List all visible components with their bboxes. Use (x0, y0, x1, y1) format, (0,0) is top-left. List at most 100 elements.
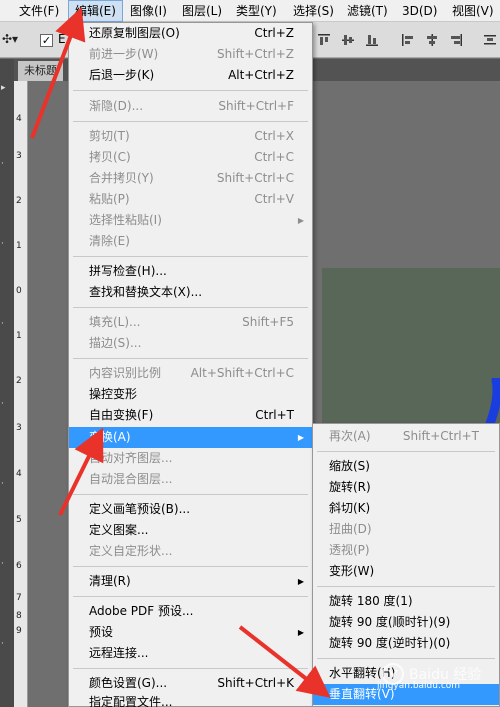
menu-item-free-transform[interactable]: 自由变换(F) Ctrl+T (69, 405, 312, 426)
menu-item-paste-special[interactable]: 选择性粘贴(I) ▶ (69, 210, 312, 231)
menu-item-rotate-180[interactable]: 旋转 180 度(1) (313, 591, 499, 612)
ruler-number: 4 (16, 469, 22, 479)
align-right-icon[interactable] (448, 32, 464, 48)
auto-select-label: E (58, 32, 66, 46)
ruler-number: 2 (16, 196, 22, 206)
menu-item-spell-check[interactable]: 拼写检查(H)... (69, 261, 312, 282)
menu-separator (317, 451, 495, 452)
submenu-arrow-icon: ▶ (297, 577, 304, 586)
tool-icon[interactable]: · (1, 559, 4, 569)
menu-item-define-shape[interactable]: 定义自定形状... (69, 541, 312, 562)
menu-separator (73, 596, 308, 597)
tool-icon[interactable]: · (1, 239, 4, 249)
menu-separator (73, 494, 308, 495)
menu-item-assign-profile[interactable]: 指定配置文件... (69, 692, 312, 707)
ruler-number: 4 (16, 114, 22, 124)
baidu-watermark-logo: Baidu 经验 (382, 663, 481, 685)
menu-item-paste[interactable]: 粘贴(P) Ctrl+V (69, 189, 312, 210)
menu-item-rotate[interactable]: 旋转(R) (313, 477, 499, 498)
menu-item-distort[interactable]: 扭曲(D) (313, 519, 499, 540)
menu-separator (73, 307, 308, 308)
menu-item-rotate-90-cw[interactable]: 旋转 90 度(顺时针)(9) (313, 612, 499, 633)
menu-item-fill[interactable]: 填充(L)... Shift+F5 (69, 312, 312, 333)
ruler-number: 0 (16, 286, 22, 296)
menu-item-skew[interactable]: 斜切(K) (313, 498, 499, 519)
tool-icon[interactable]: · (1, 639, 4, 649)
ruler-number: 5 (16, 515, 22, 525)
menu-item-remote-connections[interactable]: 远程连接... (69, 643, 312, 664)
menu-item-perspective[interactable]: 透视(P) (313, 540, 499, 561)
menu-separator (317, 586, 495, 587)
align-top-icon[interactable] (316, 32, 332, 48)
submenu-arrow-icon: ▶ (297, 216, 304, 225)
align-vcenter-icon[interactable] (340, 32, 356, 48)
ruler-number: 3 (16, 151, 22, 161)
tool-icon[interactable]: · (1, 479, 4, 489)
ruler-number: 1 (16, 331, 22, 341)
ruler-number: 9 (16, 626, 22, 636)
menu-item-step-forward[interactable]: 前进一步(W) Shift+Ctrl+Z (69, 44, 312, 65)
menu-3d[interactable]: 3D(D) (396, 0, 443, 22)
menu-item-pdf-presets[interactable]: Adobe PDF 预设... (69, 601, 312, 622)
menu-item-copy[interactable]: 拷贝(C) Ctrl+C (69, 147, 312, 168)
auto-select-checkbox[interactable]: ✓ (40, 34, 53, 47)
menu-image[interactable]: 图像(I) (124, 0, 173, 22)
menu-item-copy-merged[interactable]: 合并拷贝(Y) Shift+Ctrl+C (69, 168, 312, 189)
menu-item-transform[interactable]: 变换(A) ▶ (69, 427, 312, 448)
menu-type[interactable]: 类型(Y) (230, 0, 283, 22)
ruler-number: 3 (16, 423, 22, 433)
menu-item-define-brush[interactable]: 定义画笔预设(B)... (69, 499, 312, 520)
menu-item-define-pattern[interactable]: 定义图案... (69, 520, 312, 541)
menu-item-find-replace[interactable]: 查找和替换文本(X)... (69, 282, 312, 303)
document-tab[interactable]: 未标题 (18, 61, 63, 81)
move-tool-icon[interactable]: ✣▾ (2, 32, 18, 46)
menu-select[interactable]: 选择(S) (287, 0, 340, 22)
tool-strip: ▸ · · · · · · · (0, 59, 14, 707)
watermark-url: jingyan.baidu.com (377, 681, 461, 691)
menu-separator (73, 566, 308, 567)
menu-item-again[interactable]: 再次(A) Shift+Ctrl+T (313, 426, 499, 447)
menu-separator (317, 658, 495, 659)
menu-item-rotate-90-ccw[interactable]: 旋转 90 度(逆时针)(0) (313, 633, 499, 654)
tool-icon[interactable]: ▸ (1, 83, 6, 93)
menu-separator (73, 121, 308, 122)
menu-edit[interactable]: 编辑(E) (68, 0, 123, 22)
menu-item-clear[interactable]: 清除(E) (69, 231, 312, 252)
menu-item-step-backward[interactable]: 后退一步(K) Alt+Ctrl+Z (69, 65, 312, 86)
menu-view[interactable]: 视图(V) (446, 0, 500, 22)
menu-item-color-settings[interactable]: 颜色设置(G)... Shift+Ctrl+K (69, 673, 312, 694)
menu-separator (73, 668, 308, 669)
ruler-number: 6 (16, 561, 22, 571)
tool-icon[interactable]: · (1, 159, 4, 169)
ruler-number: 8 (16, 611, 22, 621)
menu-item-scale[interactable]: 缩放(S) (313, 456, 499, 477)
menu-bar: 文件(F) 编辑(E) 图像(I) 图层(L) 类型(Y) 选择(S) 滤镜(T… (0, 0, 500, 22)
edit-menu: 还原复制图层(O) Ctrl+Z 前进一步(W) Shift+Ctrl+Z 后退一步… (68, 22, 313, 707)
menu-item-stroke[interactable]: 描边(S)... (69, 333, 312, 354)
menu-item-undo[interactable]: 还原复制图层(O) Ctrl+Z (69, 23, 312, 44)
menu-item-cut[interactable]: 剪切(T) Ctrl+X (69, 126, 312, 147)
ruler-number: 7 (16, 593, 22, 603)
tool-icon[interactable]: · (1, 399, 4, 409)
menu-item-warp[interactable]: 变形(W) (313, 561, 499, 582)
submenu-arrow-icon: ▶ (297, 628, 304, 637)
distribute-icon[interactable] (482, 32, 498, 48)
menu-file[interactable]: 文件(F) (13, 0, 65, 22)
menu-item-fade[interactable]: 渐隐(D)... Shift+Ctrl+F (69, 96, 312, 117)
submenu-arrow-icon: ▶ (297, 433, 304, 442)
menu-item-content-aware-scale[interactable]: 内容识别比例 Alt+Shift+Ctrl+C (69, 363, 312, 384)
menu-item-purge[interactable]: 清理(R) ▶ (69, 571, 312, 592)
align-left-icon[interactable] (400, 32, 416, 48)
menu-separator (73, 358, 308, 359)
menu-filter[interactable]: 滤镜(T) (341, 0, 394, 22)
menu-item-auto-blend-layers[interactable]: 自动混合图层... (69, 469, 312, 490)
vertical-ruler[interactable]: 4 3 2 1 0 1 2 3 4 5 6 7 8 9 (14, 81, 28, 707)
ruler-number: 2 (16, 376, 22, 386)
tool-icon[interactable]: · (1, 319, 4, 329)
menu-layer[interactable]: 图层(L) (176, 0, 228, 22)
menu-item-auto-align-layers[interactable]: 自动对齐图层... (69, 448, 312, 469)
menu-item-puppet-warp[interactable]: 操控变形 (69, 384, 312, 405)
menu-item-presets[interactable]: 预设 ▶ (69, 622, 312, 643)
align-bottom-icon[interactable] (364, 32, 380, 48)
align-hcenter-icon[interactable] (424, 32, 440, 48)
